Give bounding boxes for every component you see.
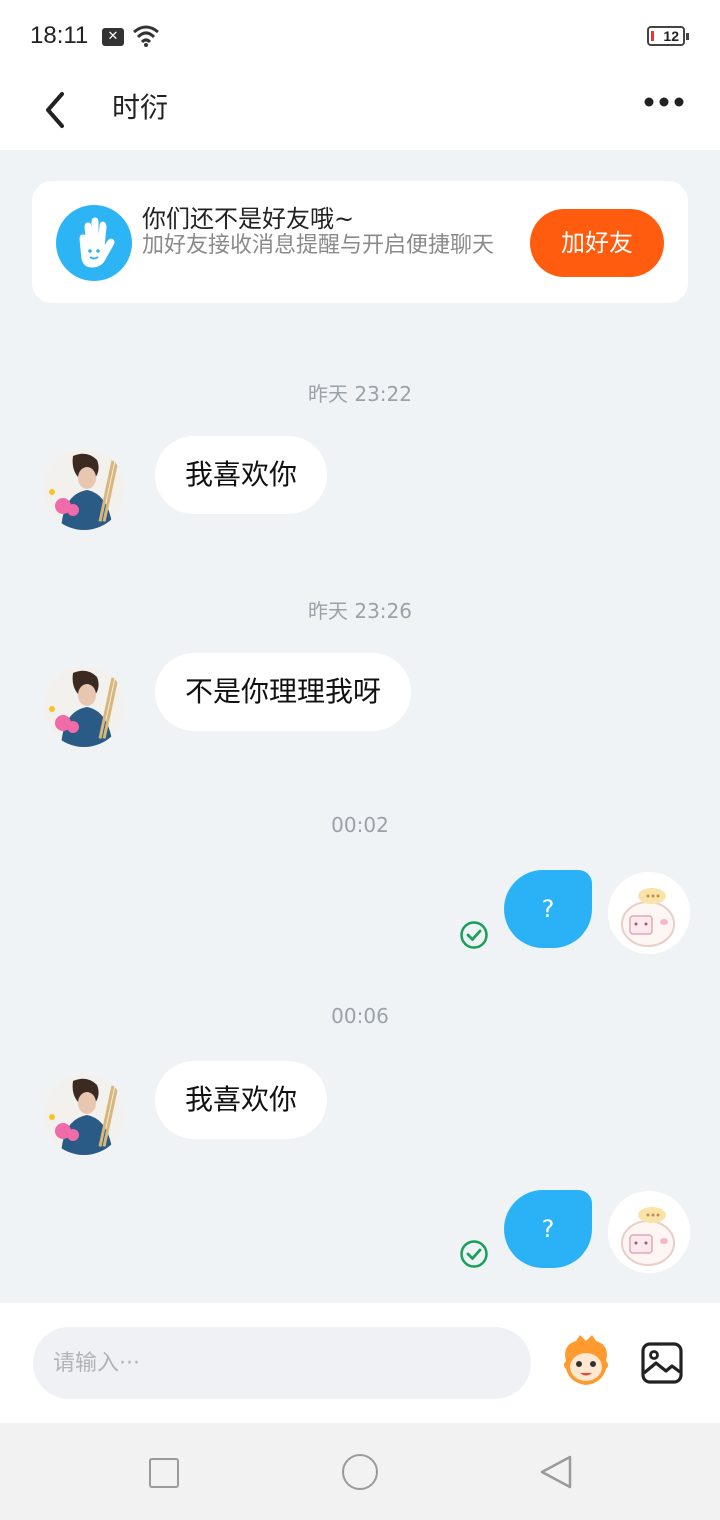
hand-wave-icon <box>56 205 132 281</box>
system-nav-bar <box>0 1423 720 1520</box>
triangle-back-icon[interactable] <box>538 1453 574 1491</box>
incoming-message-bubble[interactable]: 我喜欢你 <box>155 436 328 514</box>
chevron-left-icon[interactable] <box>36 82 76 138</box>
message-timestamp: 00:06 <box>331 1004 389 1028</box>
incoming-message-bubble[interactable]: 不是你理理我呀 <box>155 653 412 731</box>
message-timestamp: 00:02 <box>331 813 389 837</box>
message-input[interactable] <box>33 1327 531 1399</box>
banner-title: 你们还不是好友哦~ <box>142 205 355 233</box>
image-icon[interactable] <box>640 1341 684 1385</box>
banner-subtitle: 加好友接收消息提醒与开启便捷聊天 <box>142 233 495 258</box>
message-timestamp: 昨天 23:26 <box>308 599 412 623</box>
status-time: 18:11 <box>30 22 89 49</box>
incoming-message-bubble[interactable]: 我喜欢你 <box>155 1061 328 1139</box>
status-bar: 18:11 ✕ 12 <box>0 0 720 72</box>
chat-header: 时衍 <box>0 72 720 150</box>
message-timestamp: 昨天 23:22 <box>308 382 412 406</box>
message-composer <box>0 1303 720 1423</box>
check-circle-icon <box>460 1240 488 1268</box>
square-icon[interactable] <box>149 1458 179 1488</box>
outgoing-message-bubble[interactable]: ? <box>504 1190 592 1268</box>
check-circle-icon <box>460 921 488 949</box>
battery-indicator: 12 <box>647 26 689 46</box>
circle-icon[interactable] <box>342 1454 378 1490</box>
mascot-emoji-icon[interactable] <box>556 1331 616 1391</box>
user-avatar[interactable] <box>608 872 690 954</box>
add-friend-banner: 你们还不是好友哦~ 加好友接收消息提醒与开启便捷聊天 加好友 <box>32 181 688 303</box>
wifi-icon <box>133 25 159 47</box>
outgoing-message-bubble[interactable]: ? <box>504 870 592 948</box>
contact-avatar[interactable] <box>43 448 125 530</box>
more-dots-icon[interactable] <box>640 90 690 114</box>
contact-avatar[interactable] <box>43 665 125 747</box>
add-friend-button[interactable]: 加好友 <box>530 209 664 277</box>
notification-x-icon: ✕ <box>102 28 124 46</box>
chat-title: 时衍 <box>112 91 169 124</box>
contact-avatar[interactable] <box>43 1073 125 1155</box>
user-avatar[interactable] <box>608 1191 690 1273</box>
